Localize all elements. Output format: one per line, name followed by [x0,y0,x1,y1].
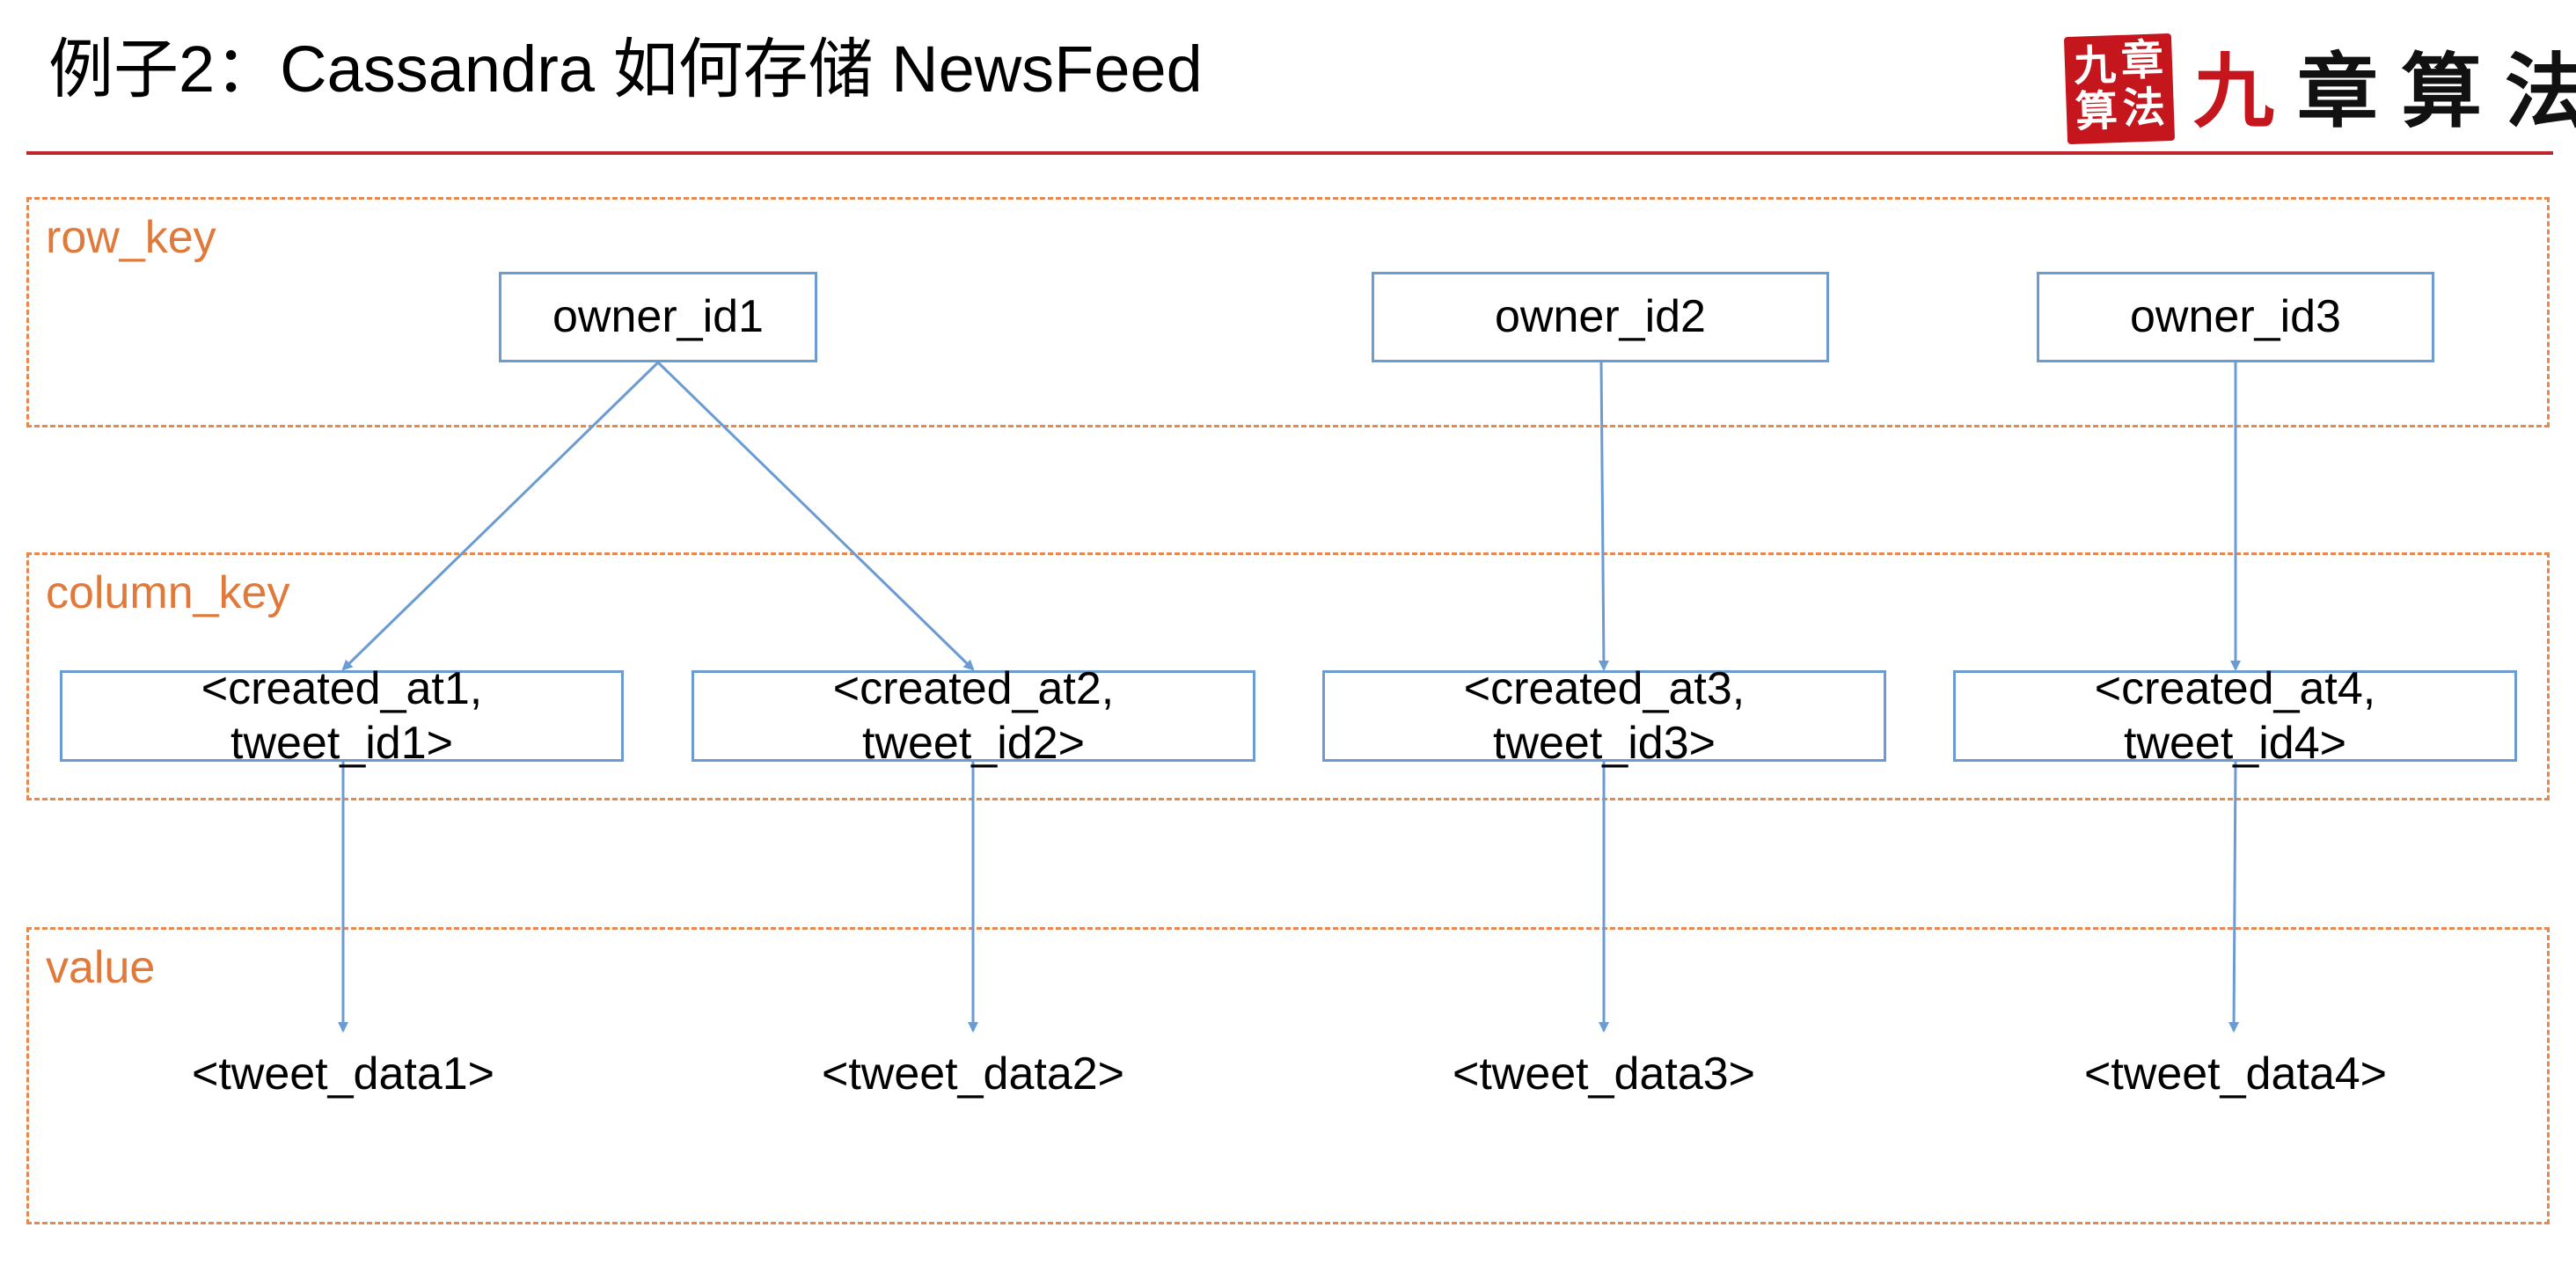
value-label: value [46,942,156,993]
seal-char-1: 九 [2073,40,2118,91]
column-key-box-4: <created_at4, tweet_id4> [1953,663,2517,769]
logo-wordmark-rest: 章算法 [2297,44,2576,139]
row-key-box-owner-id1: owner_id1 [499,272,817,362]
row-key-box-owner-id3: owner_id3 [2037,272,2434,362]
value-tweet-data4: <tweet_data4> [2083,1049,2388,1100]
column-key-box-1: <created_at1, tweet_id1> [60,663,624,769]
seal-char-2: 章 [2119,35,2164,86]
slide-title: 例子2：Cassandra 如何存储 NewsFeed [48,33,1203,106]
jiuzhang-logo: 九 章 算 法 九章算法 [2063,26,2576,150]
column-key-box-3: <created_at3, tweet_id3> [1322,663,1886,769]
logo-seal: 九 章 算 法 [2063,33,2176,145]
row-key-label: row_key [46,212,216,263]
value-tweet-data2: <tweet_data2> [821,1049,1125,1100]
column-key-label: column_key [46,567,290,618]
value-tweet-data3: <tweet_data3> [1452,1049,1756,1100]
seal-char-3: 算 [2074,86,2119,137]
logo-wordmark-first: 九 [2193,44,2298,139]
column-key-box-2: <created_at2, tweet_id2> [692,663,1255,769]
title-divider [26,151,2553,155]
seal-char-4: 法 [2121,83,2166,134]
logo-wordmark: 九章算法 [2193,51,2576,132]
row-key-box-owner-id2: owner_id2 [1372,272,1829,362]
value-tweet-data1: <tweet_data1> [191,1049,495,1100]
